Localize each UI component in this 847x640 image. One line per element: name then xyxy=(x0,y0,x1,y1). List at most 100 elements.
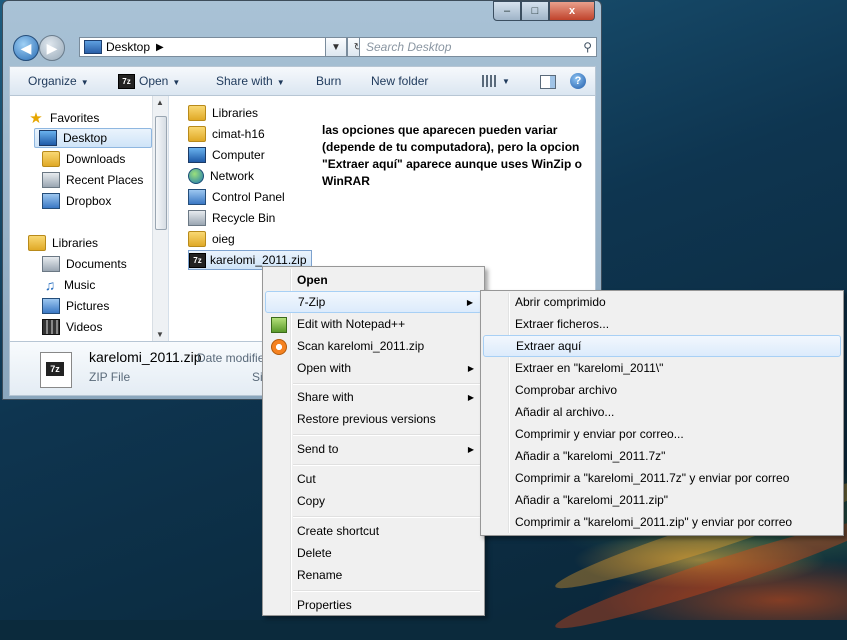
context-menu: Open 7-Zip ▶ Edit with Notepad++ Scan kar… xyxy=(262,266,485,616)
nav-documents[interactable]: Documents xyxy=(42,254,127,274)
recycle-bin-icon xyxy=(188,210,206,226)
chevron-down-icon: ▼ xyxy=(276,78,285,87)
submenu-item-comprobar[interactable]: Comprobar archivo xyxy=(483,379,841,401)
forward-button[interactable]: ▶ xyxy=(39,35,65,61)
menu-item-share-with[interactable]: Share with ▶ xyxy=(265,386,482,408)
file-item[interactable]: Recycle Bin xyxy=(188,208,275,228)
scroll-thumb[interactable] xyxy=(155,116,167,230)
submenu-item-comprimir-enviar[interactable]: Comprimir y enviar por correo... xyxy=(483,423,841,445)
menu-item-edit-notepad[interactable]: Edit with Notepad++ xyxy=(265,313,482,335)
nav-downloads[interactable]: Downloads xyxy=(42,149,125,169)
menu-separator xyxy=(293,383,480,385)
nav-music[interactable]: ♫ Music xyxy=(42,275,96,295)
nav-scrollbar[interactable]: ▲ ▼ xyxy=(152,96,168,341)
menu-item-send-to[interactable]: Send to ▶ xyxy=(265,438,482,460)
close-button[interactable]: x xyxy=(549,1,595,21)
nav-videos[interactable]: Videos xyxy=(42,317,102,337)
minimize-button[interactable]: – xyxy=(493,1,521,21)
pictures-icon xyxy=(42,298,60,314)
details-date-label: Date modifie xyxy=(197,351,265,365)
menu-separator xyxy=(293,434,480,436)
recent-places-icon xyxy=(42,172,60,188)
nav-pictures[interactable]: Pictures xyxy=(42,296,109,316)
submenu-arrow-icon: ▶ xyxy=(467,444,474,454)
menu-separator xyxy=(293,464,480,466)
menu-item-create-shortcut[interactable]: Create shortcut xyxy=(265,520,482,542)
submenu-item-comprimir-7z-enviar[interactable]: Comprimir a "karelomi_2011.7z" y enviar … xyxy=(483,467,841,489)
computer-icon xyxy=(188,147,206,163)
organize-button[interactable]: Organize ▼ xyxy=(28,74,89,88)
menu-item-cut[interactable]: Cut xyxy=(265,468,482,490)
control-panel-icon xyxy=(188,189,206,205)
navigation-pane: ★ Favorites Desktop Downloads Recent Plac… xyxy=(10,96,169,341)
help-icon[interactable]: ? xyxy=(570,73,586,89)
nav-dropbox[interactable]: Dropbox xyxy=(42,191,111,211)
menu-item-open[interactable]: Open xyxy=(265,269,482,291)
menu-item-properties[interactable]: Properties xyxy=(265,594,482,616)
avast-icon xyxy=(271,339,287,355)
folder-icon xyxy=(188,231,206,247)
dropbox-icon xyxy=(42,193,60,209)
search-placeholder: Search Desktop xyxy=(366,40,452,54)
scroll-down-icon[interactable]: ▼ xyxy=(156,330,164,339)
7zip-icon: 7z xyxy=(118,74,135,90)
desktop-icon xyxy=(84,40,102,54)
nav-recent-places[interactable]: Recent Places xyxy=(42,170,143,190)
7zip-icon: 7z xyxy=(189,252,206,268)
new-folder-button[interactable]: New folder xyxy=(371,74,428,88)
libraries-icon xyxy=(28,235,46,251)
menu-separator xyxy=(293,590,480,592)
file-item[interactable]: Computer xyxy=(188,145,265,165)
submenu-item-extraer-ficheros[interactable]: Extraer ficheros... xyxy=(483,313,841,335)
menu-item-copy[interactable]: Copy xyxy=(265,490,482,512)
submenu-item-extraer-aqui[interactable]: Extraer aquí xyxy=(483,335,841,357)
address-bar[interactable]: Desktop ▶ xyxy=(79,37,347,57)
menu-item-scan[interactable]: Scan karelomi_2011.zip xyxy=(265,335,482,357)
submenu-arrow-icon: ▶ xyxy=(466,297,473,307)
caption-buttons: – □ x xyxy=(493,1,595,21)
search-icon[interactable]: ⚲ xyxy=(583,40,592,54)
address-dropdown-button[interactable]: ▼ xyxy=(325,37,347,57)
burn-button[interactable]: Burn xyxy=(316,74,341,88)
breadcrumb-arrow-icon[interactable]: ▶ xyxy=(156,42,164,53)
star-icon: ★ xyxy=(29,110,43,127)
menu-item-restore[interactable]: Restore previous versions xyxy=(265,408,482,430)
menu-item-delete[interactable]: Delete xyxy=(265,542,482,564)
nav-desktop[interactable]: Desktop xyxy=(34,128,152,148)
back-button[interactable]: ◀ xyxy=(13,35,39,61)
open-button[interactable]: 7z Open ▼ xyxy=(118,74,180,90)
command-bar: Organize ▼ 7z Open ▼ Share with ▼ Burn New f… xyxy=(9,66,596,96)
file-item[interactable]: Libraries xyxy=(188,103,258,123)
submenu-item-anadir-archivo[interactable]: Añadir al archivo... xyxy=(483,401,841,423)
nav-favorites[interactable]: ★ Favorites xyxy=(28,108,99,128)
nav-libraries[interactable]: Libraries xyxy=(28,233,98,253)
network-icon xyxy=(188,168,204,184)
file-item[interactable]: Network xyxy=(188,166,254,186)
preview-pane-icon[interactable] xyxy=(540,75,556,89)
submenu-item-anadir-7z[interactable]: Añadir a "karelomi_2011.7z" xyxy=(483,445,841,467)
file-item[interactable]: Control Panel xyxy=(188,187,285,207)
scroll-up-icon[interactable]: ▲ xyxy=(156,98,164,107)
submenu-item-extraer-en[interactable]: Extraer en "karelomi_2011\" xyxy=(483,357,841,379)
file-item[interactable]: oieg xyxy=(188,229,235,249)
menu-item-open-with[interactable]: Open with ▶ xyxy=(265,357,482,379)
search-input[interactable]: Search Desktop ⚲ xyxy=(359,37,597,57)
share-with-button[interactable]: Share with ▼ xyxy=(216,74,285,88)
change-view-icon[interactable] xyxy=(482,75,496,87)
menu-separator xyxy=(293,516,480,518)
navigation-bar: ◀ ▶ Desktop ▶ ▼ ↻ Search Desktop ⚲ xyxy=(9,32,597,62)
submenu-item-comprimir-zip-enviar[interactable]: Comprimir a "karelomi_2011.zip" y enviar… xyxy=(483,511,841,533)
maximize-button[interactable]: □ xyxy=(521,1,549,21)
menu-item-rename[interactable]: Rename xyxy=(265,564,482,586)
folder-icon xyxy=(188,105,206,121)
view-options-dropdown[interactable]: ▼ xyxy=(502,77,510,86)
submenu-item-anadir-zip[interactable]: Añadir a "karelomi_2011.zip" xyxy=(483,489,841,511)
submenu-item-abrir-comprimido[interactable]: Abrir comprimido xyxy=(483,291,841,313)
file-item[interactable]: cimat-h16 xyxy=(188,124,265,144)
submenu-arrow-icon: ▶ xyxy=(467,392,474,402)
address-location: Desktop xyxy=(106,40,151,54)
menu-item-7zip[interactable]: 7-Zip ▶ xyxy=(265,291,482,313)
chevron-down-icon: ▼ xyxy=(80,78,89,87)
videos-icon xyxy=(42,319,60,335)
annotation-text: las opciones que aparecen pueden variar … xyxy=(322,123,583,188)
